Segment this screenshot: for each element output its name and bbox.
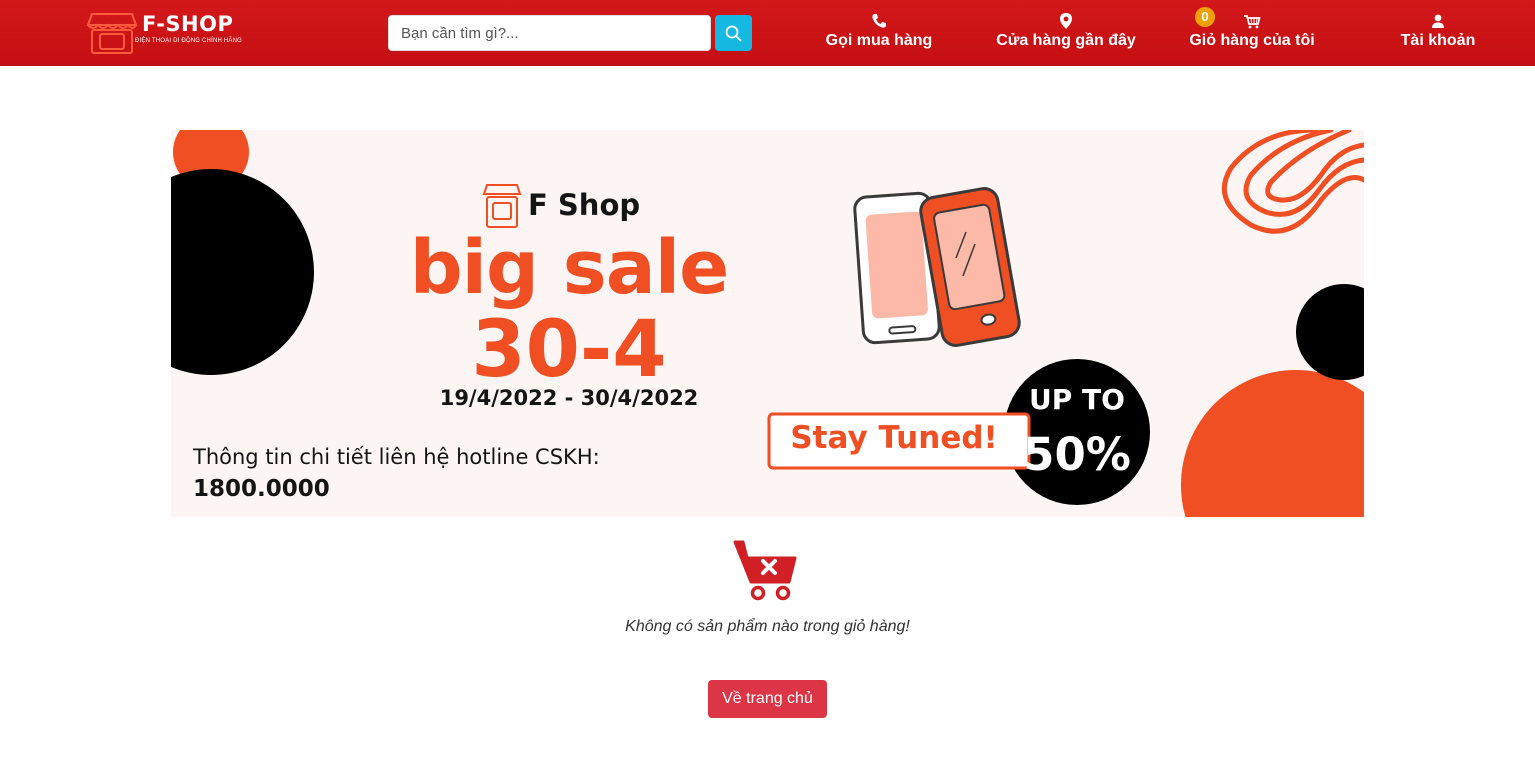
banner-big-date: 30-4: [471, 305, 667, 395]
banner-stay-tuned: Stay Tuned!: [790, 420, 998, 456]
banner-discount-value: 50%: [1023, 428, 1131, 481]
cart-count-badge: 0: [1195, 7, 1215, 27]
map-pin-icon: [1060, 13, 1072, 29]
banner-contact-line: Thông tin chi tiết liên hệ hotline CSKH:: [193, 445, 600, 469]
back-home-button[interactable]: Về trang chủ: [708, 680, 827, 718]
phone-icon: [872, 14, 886, 28]
nav-label: Giỏ hàng của tôi: [1189, 32, 1315, 49]
nav-call-to-buy[interactable]: Gọi mua hàng: [822, 12, 936, 56]
banner-date-range: 19/4/2022 - 30/4/2022: [439, 386, 699, 410]
cart-x-icon: [733, 540, 797, 601]
promo-banner[interactable]: F Shop big sale 30-4 19/4/2022 - 30/4/20…: [171, 130, 1364, 517]
banner-discount-top: UP TO: [1029, 383, 1125, 416]
nav-account[interactable]: Tài khoản: [1396, 12, 1480, 56]
nav-label: Gọi mua hàng: [825, 32, 933, 49]
logo-subtitle: ĐIỆN THOẠI DI ĐỘNG CHÍNH HÃNG: [135, 38, 243, 44]
top-header: F-SHOP ĐIỆN THOẠI DI ĐỘNG CHÍNH HÃNG Gọi…: [0, 0, 1535, 66]
cart-icon: [1244, 15, 1261, 29]
user-icon: [1432, 14, 1444, 28]
nav-label: Tài khoản: [1400, 32, 1476, 49]
nav-my-cart[interactable]: 0 Giỏ hàng của tôi: [1187, 7, 1317, 56]
search-input[interactable]: [388, 15, 711, 51]
search-icon: [725, 25, 742, 41]
storefront-icon: [86, 13, 138, 54]
logo-title: F-SHOP: [142, 12, 234, 36]
banner-brand: F Shop: [528, 188, 641, 222]
empty-cart-message: Không có sản phẩm nào trong giỏ hàng!: [625, 618, 910, 635]
banner-hotline: 1800.0000: [193, 476, 330, 502]
logo[interactable]: F-SHOP ĐIỆN THOẠI DI ĐỘNG CHÍNH HÃNG: [86, 11, 286, 55]
search-button[interactable]: [715, 15, 752, 51]
banner-headline: big sale: [409, 225, 730, 311]
nav-label: Cửa hàng gần đây: [996, 32, 1136, 49]
nav-nearby-stores[interactable]: Cửa hàng gần đây: [996, 12, 1136, 56]
